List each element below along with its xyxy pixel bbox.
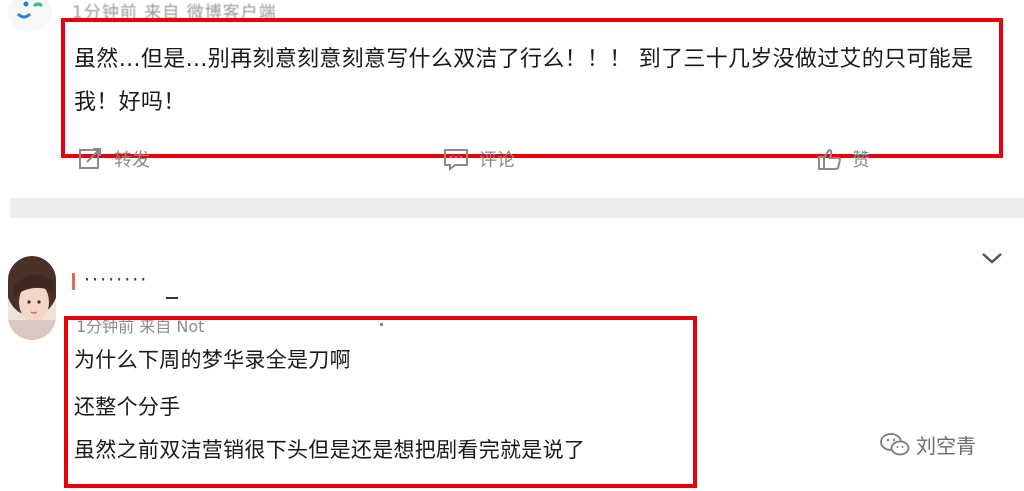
wechat-icon — [880, 432, 910, 455]
thumbs-up-icon — [818, 148, 842, 170]
more-options-button[interactable] — [980, 250, 1004, 270]
username-dash — [166, 297, 178, 299]
watermark: 刘空青 — [880, 430, 976, 459]
like-button[interactable]: 赞 — [816, 146, 870, 172]
avatar[interactable] — [8, 256, 56, 340]
like-label: 赞 — [852, 150, 870, 171]
watermark-text: 刘空青 — [916, 434, 976, 458]
post-line: 还整个分手 — [74, 395, 181, 419]
post-line: 为什么下周的梦华录全是刀啊 — [74, 348, 351, 372]
repost-label: 转发 — [114, 150, 150, 171]
username-marker — [72, 273, 75, 290]
chevron-down-icon — [982, 253, 1002, 264]
post-line: 虽然之前双洁营销很下头但是还是想把剧看完就是说了 — [74, 438, 586, 462]
section-divider — [10, 198, 1024, 218]
avatar-photo-icon — [8, 256, 56, 340]
comment-button[interactable]: 评论 — [443, 146, 515, 172]
comment-icon — [444, 149, 468, 171]
comment-label: 评论 — [479, 150, 515, 171]
repost-button[interactable]: 转发 — [78, 146, 150, 172]
repost-icon — [79, 148, 101, 169]
post-text: 虽然…但是…别再刻意刻意刻意写什么双洁了行么！！！ 到了三十几岁没做过艾的只可能… — [74, 47, 974, 115]
avatar-top[interactable] — [8, 0, 52, 32]
username[interactable]: ········ — [84, 269, 148, 291]
avatar-logo-icon — [16, 1, 44, 19]
